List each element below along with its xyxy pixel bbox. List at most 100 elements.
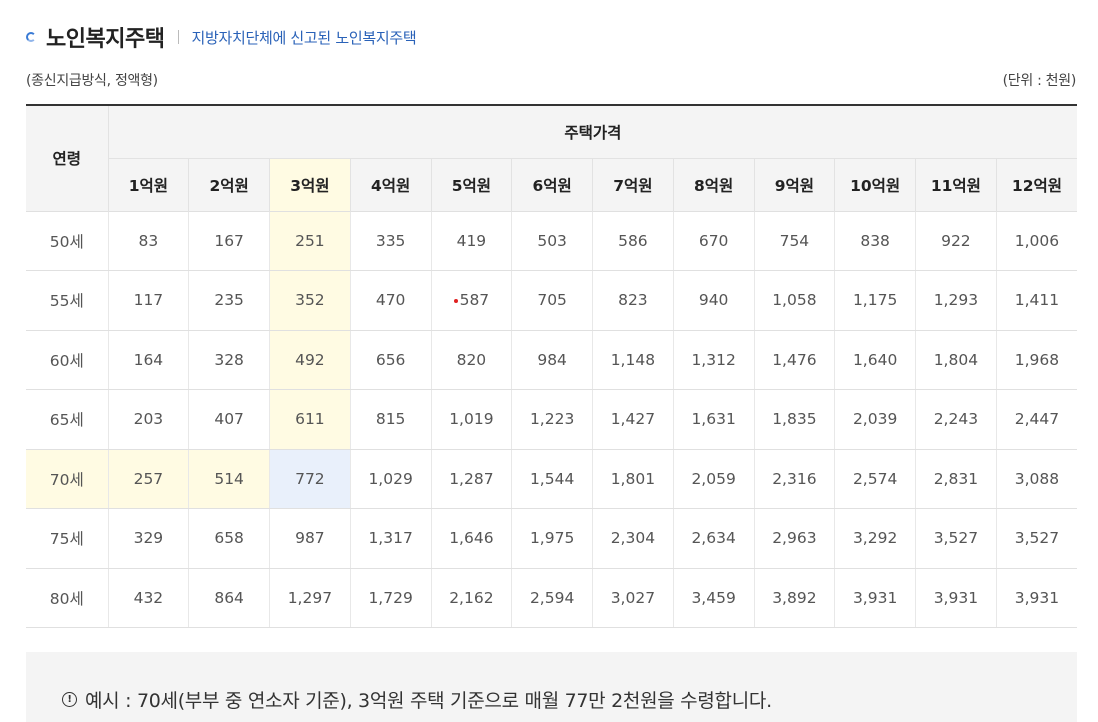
value-cell: 2,059 bbox=[672, 449, 754, 509]
value-cell: 984 bbox=[511, 330, 593, 390]
value-cell: 3,292 bbox=[834, 508, 916, 569]
value-cell: 251 bbox=[269, 210, 351, 271]
price-column-header: 4억원 bbox=[349, 158, 431, 211]
value-cell: 1,835 bbox=[753, 389, 835, 450]
value-cell: 2,316 bbox=[753, 449, 835, 509]
value-cell: 1,427 bbox=[592, 389, 674, 450]
value-cell: 2,634 bbox=[672, 508, 754, 569]
price-column-header: 8억원 bbox=[672, 158, 754, 211]
value-cell: 257 bbox=[107, 449, 189, 509]
value-cell: 1,640 bbox=[834, 330, 916, 390]
value-cell: 235 bbox=[188, 270, 270, 331]
value-cell: 1,476 bbox=[753, 330, 835, 390]
value-cell: 754 bbox=[753, 210, 835, 271]
value-cell: 940 bbox=[672, 270, 754, 331]
value-cell: 3,931 bbox=[995, 568, 1078, 628]
age-cell: 60세 bbox=[26, 330, 108, 390]
age-cell: 55세 bbox=[26, 270, 108, 331]
value-cell: 922 bbox=[915, 210, 997, 271]
value-cell: 820 bbox=[430, 330, 512, 390]
example-text: 예시 : 70세(부부 중 연소자 기준), 3억원 주택 기준으로 매월 77… bbox=[85, 690, 772, 712]
value-cell: 167 bbox=[188, 210, 270, 271]
price-column-header: 6억원 bbox=[511, 158, 593, 211]
value-cell: 203 bbox=[107, 389, 189, 450]
value-cell: 1,287 bbox=[430, 449, 512, 509]
example-text-row: ! 예시 : 70세(부부 중 연소자 기준), 3억원 주택 기준으로 매월 … bbox=[62, 686, 772, 713]
value-cell: 352 bbox=[269, 270, 351, 331]
price-column-header: 9억원 bbox=[753, 158, 835, 211]
value-cell: 2,304 bbox=[592, 508, 674, 569]
table-row: 65세 203 407 611 815 1,019 1,223 1,427 1,631 1,835… bbox=[26, 389, 1078, 450]
value-cell: 3,527 bbox=[915, 508, 997, 569]
value-cell: 3,931 bbox=[834, 568, 916, 628]
value-cell: 772 bbox=[269, 449, 351, 509]
age-cell: 80세 bbox=[26, 568, 108, 628]
value-cell: 328 bbox=[188, 330, 270, 390]
age-column-header: 연령 bbox=[26, 104, 109, 211]
value-cell: 2,039 bbox=[834, 389, 916, 450]
value-cell: 1,646 bbox=[430, 508, 512, 569]
price-column-header: 11억원 bbox=[915, 158, 997, 211]
value-cell: 1,029 bbox=[349, 449, 431, 509]
table-row: 70세 257 514 772 1,029 1,287 1,544 1,801 2,059 2,3… bbox=[26, 449, 1078, 509]
value-cell: 1,968 bbox=[995, 330, 1078, 390]
value-cell: 864 bbox=[188, 568, 270, 628]
value-cell: 1,975 bbox=[511, 508, 593, 569]
value-cell: 335 bbox=[349, 210, 431, 271]
value-cell: 3,892 bbox=[753, 568, 835, 628]
value-cell: 1,006 bbox=[995, 210, 1078, 271]
value-cell: 470 bbox=[349, 270, 431, 331]
value-cell: 1,293 bbox=[915, 270, 997, 331]
value-cell: 3,459 bbox=[672, 568, 754, 628]
page-title: 노인복지주택 bbox=[46, 27, 165, 52]
value-cell: 1,317 bbox=[349, 508, 431, 569]
value-cell: 432 bbox=[107, 568, 189, 628]
table-row: 50세 83 167 251 335 419 503 586 670 754 838 922 1,006 bbox=[26, 210, 1078, 271]
value-cell: 587 bbox=[430, 270, 512, 331]
price-column-header: 10억원 bbox=[834, 158, 916, 211]
value-cell: 2,963 bbox=[753, 508, 835, 569]
price-column-header: 1억원 bbox=[107, 158, 189, 211]
price-column-header: 12억원 bbox=[995, 158, 1078, 211]
value-cell: 1,804 bbox=[915, 330, 997, 390]
value-cell: 2,574 bbox=[834, 449, 916, 509]
table-row: 75세 329 658 987 1,317 1,646 1,975 2,304 2,634 2,9… bbox=[26, 508, 1078, 569]
value-cell: 83 bbox=[107, 210, 189, 271]
table-body: 50세 83 167 251 335 419 503 586 670 754 838 922 1,006… bbox=[26, 210, 1078, 628]
payment-type-note: (종신지급방식, 정액형) bbox=[26, 73, 158, 89]
value-cell: 1,411 bbox=[995, 270, 1078, 331]
page-subtitle: 지방자치단체에 신고된 노인복지주택 bbox=[191, 28, 417, 47]
table-row: 60세 164 328 492 656 820 984 1,148 1,312 1,476 1,64… bbox=[26, 330, 1078, 390]
value-cell: 2,594 bbox=[511, 568, 593, 628]
value-cell: 1,297 bbox=[269, 568, 351, 628]
value-cell: 492 bbox=[269, 330, 351, 390]
value-cell: 514 bbox=[188, 449, 270, 509]
value-cell: 823 bbox=[592, 270, 674, 331]
value-cell: 3,027 bbox=[592, 568, 674, 628]
value-cell: 838 bbox=[834, 210, 916, 271]
unit-note: (단위 : 천원) bbox=[1002, 73, 1077, 89]
value-cell: 419 bbox=[430, 210, 512, 271]
price-column-header: 2억원 bbox=[188, 158, 270, 211]
age-cell: 75세 bbox=[26, 508, 108, 569]
value-cell: 1,058 bbox=[753, 270, 835, 331]
info-icon: ! bbox=[62, 692, 77, 707]
value-cell: 2,447 bbox=[995, 389, 1078, 450]
value-cell: 611 bbox=[269, 389, 351, 450]
circle-bullet-icon bbox=[26, 32, 36, 42]
red-dot-icon bbox=[453, 298, 458, 303]
price-columns-row: 1억원 2억원 3억원 4억원 5억원 6억원 7억원 8억원 9억원 10억원 11억원 12억원 bbox=[26, 158, 1078, 211]
value-text: 587 bbox=[459, 291, 490, 310]
value-cell: 329 bbox=[107, 508, 189, 569]
value-cell: 407 bbox=[188, 389, 270, 450]
value-cell: 1,019 bbox=[430, 389, 512, 450]
value-cell: 656 bbox=[349, 330, 431, 390]
value-cell: 3,527 bbox=[995, 508, 1078, 569]
value-cell: 1,729 bbox=[349, 568, 431, 628]
value-cell: 164 bbox=[107, 330, 189, 390]
value-cell: 117 bbox=[107, 270, 189, 331]
value-cell: 658 bbox=[188, 508, 270, 569]
age-cell: 50세 bbox=[26, 210, 108, 271]
value-cell: 3,088 bbox=[995, 449, 1078, 509]
age-cell: 70세 bbox=[26, 449, 108, 509]
